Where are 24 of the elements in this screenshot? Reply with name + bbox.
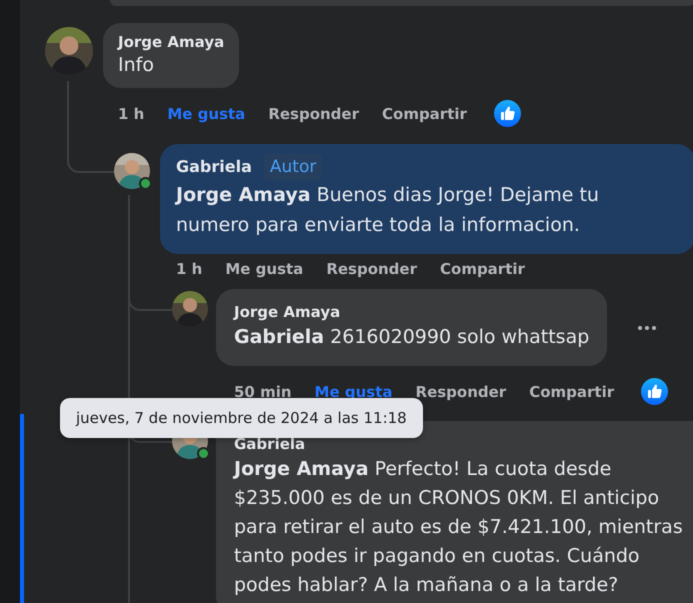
reply-link[interactable]: Responder — [326, 259, 417, 279]
comment-text: Jorge Amaya Perfecto! La cuota desde $235.000 es de un CRONOS 0KM. El anticipo para retirar el auto es de $7.421.100, mientras tanto podes ir pagando en cuotas. Cuándo podes hablar? A la mañana o a la tarde? — [234, 457, 684, 598]
author-badge: Autor — [264, 154, 322, 180]
author-name[interactable]: Gabriela — [176, 155, 252, 179]
comment-text: Jorge Amaya Buenos dias Jorge! Dejame tu numero para enviarte toda la informacion. — [176, 183, 600, 238]
like-link[interactable]: Me gusta — [167, 104, 246, 124]
reply-link[interactable]: Responder — [268, 104, 359, 124]
avatar[interactable] — [114, 153, 150, 189]
comment-text: Info — [118, 53, 155, 78]
author-name[interactable]: Jorge Amaya — [234, 300, 340, 324]
timestamp-link[interactable]: 1 h — [176, 259, 202, 279]
avatar[interactable] — [45, 27, 93, 75]
avatar[interactable] — [172, 291, 208, 327]
author-name[interactable]: Jorge Amaya — [118, 32, 224, 52]
thumbs-up-icon[interactable] — [494, 100, 521, 127]
more-icon[interactable] — [637, 324, 658, 330]
comment-text: Gabriela 2616020990 solo whattsap — [234, 325, 590, 350]
timestamp-link[interactable]: 1 h — [118, 104, 144, 124]
thumbs-up-icon[interactable] — [641, 378, 668, 405]
share-link[interactable]: Compartir — [382, 104, 467, 124]
share-link[interactable]: Compartir — [440, 259, 525, 279]
date-tooltip: jueves, 7 de noviembre de 2024 a las 11:18 — [60, 398, 423, 438]
like-link[interactable]: Me gusta — [225, 259, 304, 279]
share-link[interactable]: Compartir — [529, 382, 614, 402]
